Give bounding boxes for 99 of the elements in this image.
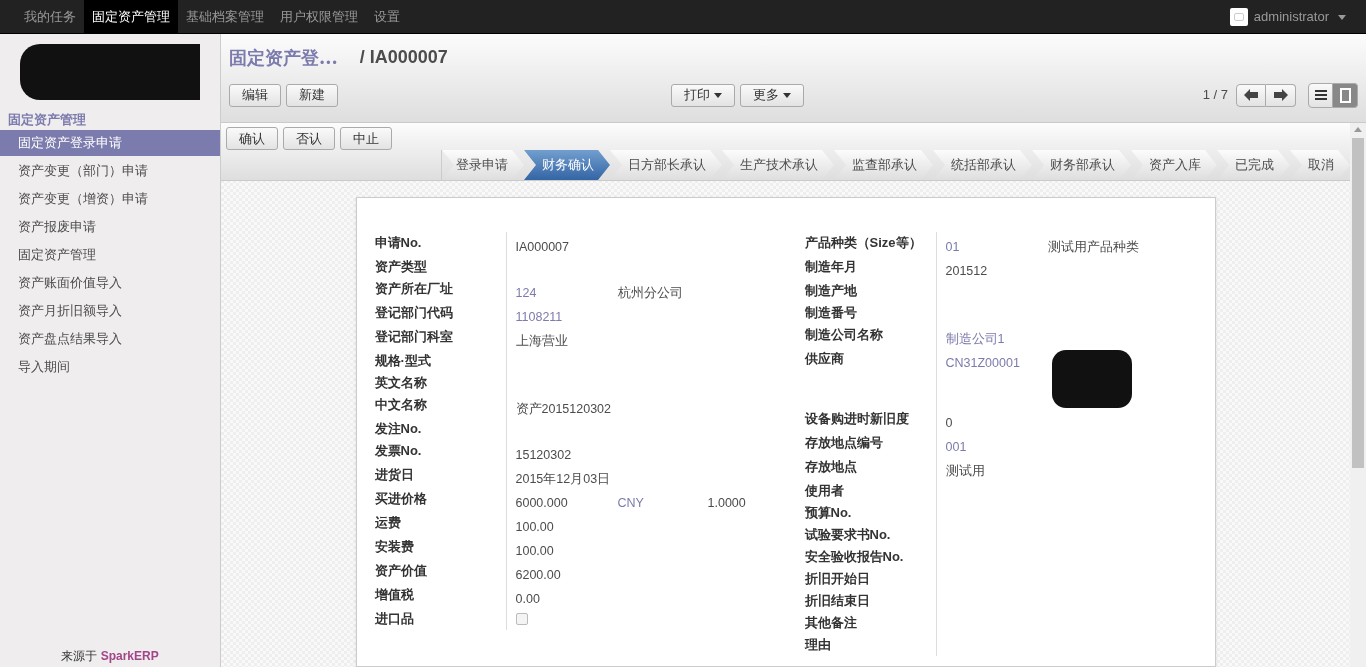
field-value: 6200.00	[515, 567, 562, 584]
field-label: 买进价格	[373, 490, 428, 508]
sidebar-item[interactable]: 资产变更（增资）申请	[0, 186, 220, 212]
list-icon	[1314, 90, 1327, 100]
field-link[interactable]: 制造公司1	[945, 324, 1048, 348]
field-label: 登记部门代码	[373, 304, 454, 322]
field-label: 中文名称	[373, 396, 428, 414]
field-value: 0.00	[515, 591, 541, 608]
field-link[interactable]: CN31Z00001	[945, 348, 1048, 372]
caret-icon	[1338, 15, 1346, 20]
sidebar-item[interactable]: 资产月折旧额导入	[0, 298, 220, 324]
field-value: 杭州分公司	[617, 285, 684, 302]
field-value: 上海营业	[515, 333, 569, 350]
field-label: 理由	[803, 636, 832, 654]
field-label: 制造公司名称	[803, 326, 884, 344]
top-menu-item[interactable]: 基础档案管理	[178, 0, 272, 33]
right-arrow-icon	[1273, 89, 1288, 101]
field-value: 0	[945, 415, 954, 432]
sidebar-item[interactable]: 导入期间	[0, 354, 220, 380]
previous-button[interactable]	[1236, 83, 1266, 107]
footer-text: 来源于	[61, 649, 98, 663]
field-label: 申请No.	[373, 234, 423, 252]
top-menu-item[interactable]: 固定资产管理	[84, 0, 178, 33]
form-icon	[1339, 87, 1351, 103]
field-label: 使用者	[803, 482, 845, 500]
sidebar-item[interactable]: 资产盘点结果导入	[0, 326, 220, 352]
field-label: 其他备注	[803, 614, 858, 632]
field-link[interactable]: 01	[945, 232, 1048, 256]
caret-icon	[783, 92, 791, 98]
field-value: 100.00	[515, 543, 555, 560]
sidebar-item[interactable]: 资产变更（部门）申请	[0, 158, 220, 184]
field-value: 测试用产品种类	[1047, 239, 1138, 256]
status-step[interactable]: 财务确认	[524, 150, 610, 180]
field-label: 发注No.	[373, 420, 423, 438]
field-label: 制造年月	[803, 258, 858, 276]
field-link[interactable]: 001	[945, 432, 1048, 456]
field-link[interactable]: 124	[515, 278, 618, 302]
action-button[interactable]: 确认	[226, 127, 278, 150]
field-value: 6000.000	[515, 495, 569, 512]
field-value: 201512	[945, 263, 989, 280]
top-menu-item[interactable]: 用户权限管理	[272, 0, 366, 33]
field-label: 规格·型式	[373, 352, 432, 370]
scroll-up-icon	[1354, 127, 1362, 132]
field-label: 试验要求书No.	[803, 526, 892, 544]
field-link[interactable]: 1108211	[515, 302, 618, 326]
field-label: 产品种类（Size等）	[803, 234, 923, 252]
field-label: 供应商	[803, 350, 845, 368]
sidebar-section-title: 固定资产管理	[7, 111, 87, 129]
field-label: 运费	[373, 514, 402, 532]
field-label: 折旧开始日	[803, 570, 871, 588]
field-label: 资产类型	[373, 258, 428, 276]
breadcrumb-link[interactable]: 固定资产登...	[229, 43, 338, 71]
left-arrow-icon	[1244, 89, 1258, 101]
field-label: 安装费	[373, 538, 415, 556]
top-menu-item[interactable]: 设置	[366, 0, 408, 33]
field-label: 发票No.	[373, 442, 423, 460]
top-menu-item[interactable]: 我的任务	[16, 0, 84, 33]
field-label: 增值税	[373, 586, 415, 604]
field-link[interactable]: CNY	[617, 488, 708, 512]
list-view-button[interactable]	[1308, 82, 1333, 108]
field-label: 存放地点编号	[803, 434, 884, 452]
field-label: 进口品	[373, 610, 415, 628]
sidebar-item[interactable]: 资产账面价值导入	[0, 270, 220, 296]
field-label: 设备购进时新旧度	[803, 410, 910, 428]
sidebar-item[interactable]: 资产报废申请	[0, 214, 220, 240]
field-label: 进货日	[373, 466, 415, 484]
field-label: 存放地点	[803, 458, 858, 476]
next-button[interactable]	[1266, 83, 1296, 107]
sidebar-item[interactable]: 固定资产登录申请	[0, 130, 220, 156]
field-value: 100.00	[515, 519, 555, 536]
field-label: 安全验收报告No.	[803, 548, 905, 566]
user-menu[interactable]: administrator	[1253, 6, 1329, 27]
field-label: 资产所在厂址	[373, 280, 454, 298]
field-label: 资产价值	[373, 562, 428, 580]
field-value: IA000007	[515, 239, 571, 256]
field-label: 登记部门科室	[373, 328, 454, 346]
toolbar-button[interactable]: 编辑	[229, 83, 281, 107]
field-label: 制造产地	[803, 282, 858, 300]
field-value: 资产2015120302	[515, 401, 613, 418]
avatar-icon	[1229, 7, 1248, 26]
brand-link[interactable]: SparkERP	[100, 649, 159, 663]
field-value: 2015年12月03日	[515, 471, 612, 488]
caret-icon	[714, 92, 722, 98]
field-value: 测试用	[945, 463, 986, 480]
record-title: / IA000007	[359, 45, 448, 69]
field-value: 1.0000	[707, 495, 747, 512]
field-label: 折旧结束日	[803, 592, 871, 610]
checkbox[interactable]	[515, 613, 528, 625]
field-label: 英文名称	[373, 374, 428, 392]
pager-text: 1 / 7	[1202, 86, 1228, 105]
sidebar-item[interactable]: 固定资产管理	[0, 242, 220, 268]
field-label: 预算No.	[803, 504, 853, 522]
action-button[interactable]: 否认	[283, 127, 335, 150]
field-label: 制造番号	[803, 304, 858, 322]
dropdown-button[interactable]: 打印	[671, 83, 735, 107]
dropdown-button[interactable]: 更多	[740, 83, 804, 107]
action-button[interactable]: 中止	[340, 127, 392, 150]
toolbar-button[interactable]: 新建	[286, 83, 338, 107]
field-value: 15120302	[515, 447, 573, 464]
